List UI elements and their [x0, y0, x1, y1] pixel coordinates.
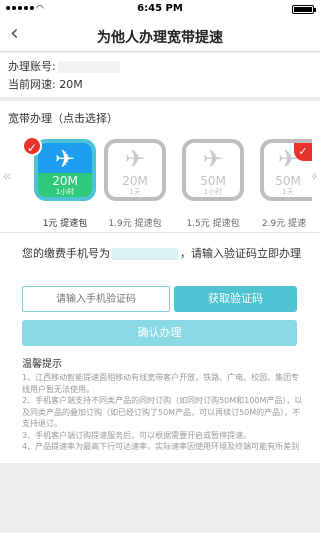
package-speed: 20M [122, 174, 148, 188]
section-title: 宽带办理（点击选择） [8, 112, 118, 125]
airplane-icon: ✈ [277, 145, 299, 173]
package-duration: 1小时 [203, 188, 223, 196]
airplane-icon: ✈ [54, 145, 76, 173]
account-number-masked [57, 61, 120, 73]
package-duration: 1小时 [55, 188, 75, 196]
battery-icon [292, 5, 316, 14]
masked-phone [112, 248, 178, 260]
get-code-button[interactable]: 获取验证码 [174, 286, 297, 312]
package-label-3[interactable]: 1.5元 提速包 [178, 216, 248, 229]
tip-item: 1、江西移动智能提速面相移动有线宽带客户开放，铁路、广电、校园、集团专线用户暂无… [22, 373, 300, 394]
package-speed: 50M [275, 174, 301, 188]
airplane-icon: ✈ [202, 145, 224, 173]
airplane-icon: ✈ [124, 145, 146, 173]
prompt-suffix: ，请输入验证码立即办理 [180, 247, 301, 260]
current-speed: 当前网速: 20M [8, 78, 83, 91]
tip-item: 2、手机客户端支持不同类产品的同时订购（如同时订购50M和100M产品），以及同… [22, 396, 303, 428]
prompt-prefix: 您的缴费手机号为 [22, 247, 110, 260]
confirm-button[interactable]: 确认办理 [22, 320, 297, 346]
divider [0, 232, 320, 233]
package-card-1[interactable]: ✈ 20M 1小时 [34, 139, 96, 201]
package-label-2[interactable]: 1.9元 提速包 [100, 216, 170, 229]
package-speed: 20M [52, 174, 78, 188]
package-duration: 1天 [129, 188, 141, 196]
status-time: 6:45 PM [137, 3, 183, 14]
tip-item: 3、手机客户端订购提速服务后，可以根据需要开启或暂停提速。 [22, 430, 252, 440]
account-number-label: 办理账号: [8, 60, 56, 73]
tips-title: 温馨提示 [22, 359, 62, 370]
package-label-4[interactable]: 2.9元 提速 [256, 216, 312, 229]
nav-bar: ‹ 为他人办理宽带提速 [0, 18, 320, 52]
account-info: 办理账号: 当前网速: 20M [0, 53, 320, 97]
account-number-row: 办理账号: [8, 58, 312, 76]
package-duration: 1天 [282, 188, 294, 196]
package-section: 宽带办理（点击选择） « » ✓ ✈ 20M 1小时 1元 提速包 ✈ 20M … [0, 101, 320, 463]
verify-prompt: 您的缴费手机号为 ，请输入验证码立即办理 [22, 246, 312, 262]
scroll-left-icon[interactable]: « [2, 166, 12, 185]
package-card-4[interactable]: ✓ ✈ 50M 1天 [260, 139, 312, 201]
package-speed: 50M [200, 174, 226, 188]
tips-block: 温馨提示 1、江西移动智能提速面相移动有线宽带客户开放，铁路、广电、校园、集团专… [22, 355, 306, 453]
selected-check-icon: ✓ [22, 136, 42, 156]
page-title: 为他人办理宽带提速 [97, 30, 223, 46]
status-bar: ◠ 6:45 PM [0, 0, 320, 18]
verify-code-input[interactable] [22, 286, 170, 312]
package-card-3[interactable]: ✈ 50M 1小时 [182, 139, 244, 201]
package-card-2[interactable]: ✈ 20M 1天 [104, 139, 166, 201]
package-label-1[interactable]: 1元 提速包 [30, 216, 100, 229]
tip-item: 4、产品提速率为最高下行可达速率，实际速率因使用环境及终端可能有所差别 [22, 442, 300, 451]
